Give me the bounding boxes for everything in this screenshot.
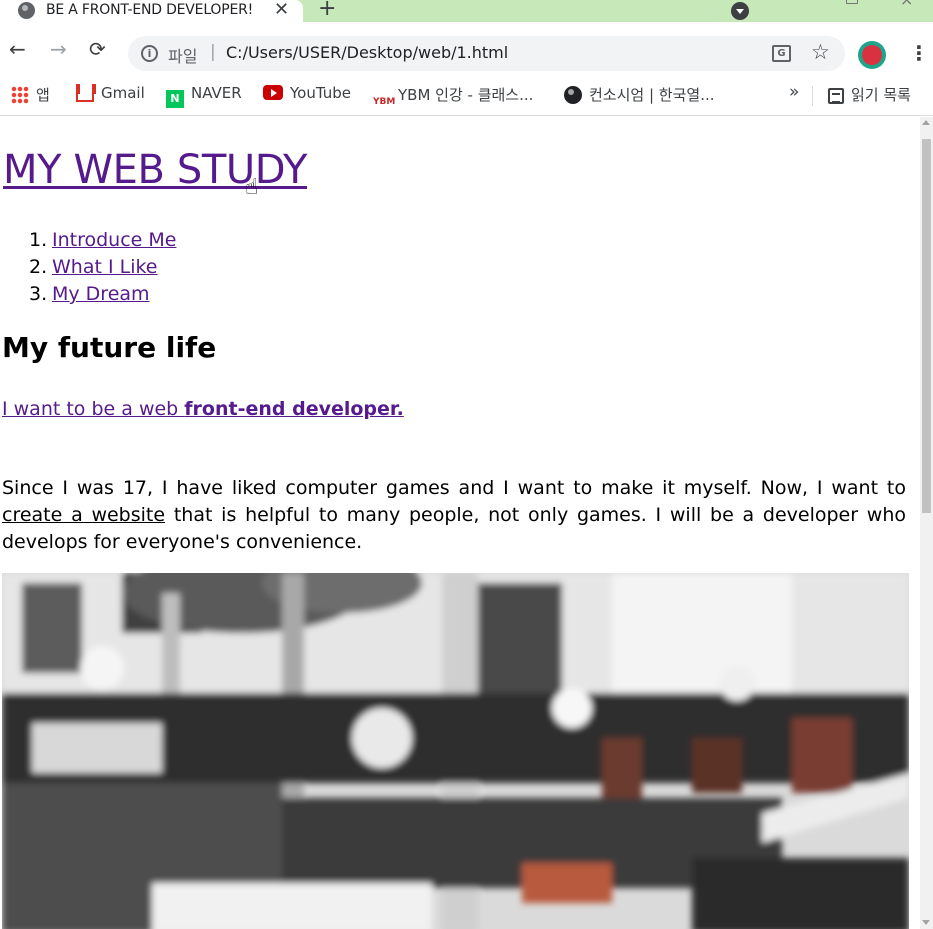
url-scheme-label: 파일 [168,47,198,66]
minimize-button[interactable] [846,0,858,4]
scroll-up-arrow-icon[interactable] [922,120,930,125]
window-close-button[interactable]: × [900,0,913,9]
bookmark-star-icon[interactable]: ☆ [811,40,830,64]
bookmark-label: 앱 [36,86,50,104]
tab-strip: BE A FRONT-END DEVELOPER! ✕ + × [0,0,933,22]
reload-button[interactable]: ⟳ [89,38,106,60]
bookmark-naver[interactable]: N NAVER [166,84,242,108]
bookmark-label: 컨소시엄 | 한국열... [589,86,715,104]
bookmarks-divider [812,86,813,106]
new-tab-button[interactable]: + [318,0,336,21]
reading-list-button[interactable]: 읽기 목록 [828,84,911,105]
paragraph-text-before: Since I was 17, I have liked computer ga… [2,477,906,499]
page-viewport: MY WEB STUDY ☝ 1. Introduce Me 2. What I… [0,117,920,929]
scroll-down-arrow-icon[interactable] [922,920,930,925]
body-paragraph: Since I was 17, I have liked computer ga… [2,475,906,556]
list-item: 3. My Dream [2,281,176,308]
bookmark-label: Gmail [101,84,145,102]
bookmarks-bar: 앱 Gmail N NAVER YouTube YBM YBM 인강 - 클래스..… [0,77,933,116]
list-item: 1. Introduce Me [2,227,176,254]
url-separator: | [210,42,216,62]
table-of-contents: 1. Introduce Me 2. What I Like 3. My Dre… [2,227,176,308]
section-heading: My future life [2,331,217,364]
street-photo-art [2,573,909,929]
toc-link-introduce-me[interactable]: Introduce Me [52,229,176,251]
bookmark-label: NAVER [191,84,242,102]
toc-link-my-dream[interactable]: My Dream [52,283,150,305]
browser-toolbar: ← → ⟳ i 파일 | C:/Users/USER/Desktop/web/1… [0,22,933,77]
list-number: 2. [29,256,48,278]
url-text[interactable]: C:/Users/USER/Desktop/web/1.html [226,43,508,62]
forward-button[interactable]: → [50,38,67,60]
profile-avatar[interactable] [858,41,886,69]
bookmark-label: YBM 인강 - 클래스... [398,86,534,104]
intro-link-prefix: I want to be a web [2,398,185,420]
close-icon[interactable]: ✕ [274,0,289,21]
intro-link[interactable]: I want to be a web front-end developer. [2,398,404,420]
tab-title: BE A FRONT-END DEVELOPER! [46,2,254,18]
youtube-icon [263,85,283,100]
ybm-icon: YBM [373,97,396,107]
naver-icon: N [166,90,184,108]
bookmark-ybm[interactable]: YBM YBM 인강 - 클래스... [373,84,533,111]
back-button[interactable]: ← [9,38,26,60]
vertical-scrollbar[interactable] [920,117,933,929]
intro-link-bold: front-end developer. [184,398,404,420]
tab-search-icon[interactable] [731,2,749,20]
list-item: 2. What I Like [2,254,176,281]
bookmark-apps[interactable]: 앱 [11,84,50,105]
info-icon[interactable]: i [141,45,158,62]
street-photo [2,573,909,929]
bookmark-label: YouTube [290,84,351,102]
bookmark-consortium[interactable]: 컨소시엄 | 한국열... [564,84,715,105]
tab-active[interactable]: BE A FRONT-END DEVELOPER! ✕ [0,0,303,22]
reading-list-label: 읽기 목록 [851,86,911,104]
list-number: 1. [29,229,48,251]
bookmarks-overflow-button[interactable]: » [789,82,799,102]
apps-grid-icon [11,86,29,104]
globe-icon [564,86,582,104]
gmail-icon [76,84,96,102]
hand-cursor-icon: ☝ [245,175,259,200]
bookmark-gmail[interactable]: Gmail [76,84,145,102]
toc-link-what-i-like[interactable]: What I Like [52,256,157,278]
page-title-link[interactable]: MY WEB STUDY [3,147,307,193]
create-website-link[interactable]: create a website [2,504,165,526]
translate-icon[interactable]: G [772,45,791,62]
bookmark-youtube[interactable]: YouTube [263,84,351,102]
menu-icon[interactable]: ⋮ [909,41,929,65]
globe-icon [18,2,35,19]
scroll-thumb[interactable] [922,139,931,513]
list-number: 3. [29,283,48,305]
reading-list-icon [828,88,844,104]
address-bar[interactable]: i 파일 | C:/Users/USER/Desktop/web/1.html … [128,36,845,71]
